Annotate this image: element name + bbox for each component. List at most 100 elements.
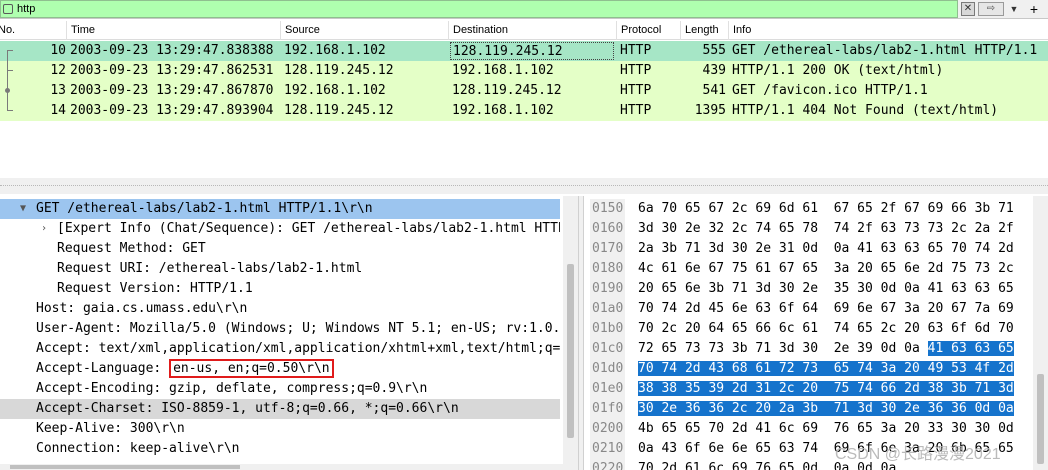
details-vertical-scrollbar[interactable] — [563, 196, 578, 470]
detail-text: Keep-Alive: 300\r\n — [36, 421, 185, 436]
packet-cell-src: 192.168.1.102 — [284, 43, 386, 58]
detail-row[interactable]: User-Agent: Mozilla/5.0 (Windows; U; Win… — [0, 319, 560, 339]
byte-row[interactable]: 0170 2a 3b 71 3d 30 2e 31 0d 0a 41 63 63 … — [584, 239, 1034, 259]
detail-text: Host: gaia.cs.umass.edu\r\n — [36, 301, 248, 316]
byte-highlight: 0d — [966, 401, 991, 416]
byte-highlight: 2a — [771, 401, 795, 416]
byte-row[interactable]: 0150 6a 70 65 67 2c 69 6d 61 67 65 2f 67 … — [584, 199, 1034, 219]
bookmark-icon[interactable] — [3, 4, 13, 14]
packet-list-header: No. Time Source Destination Protocol Len… — [0, 21, 1048, 40]
packet-cell-no: 10 — [50, 43, 66, 58]
detail-text: Request URI: /ethereal-labs/lab2-1.html — [57, 261, 363, 276]
byte-row[interactable]: 0200 4b 65 65 70 2d 41 6c 69 76 65 3a 20 … — [584, 419, 1034, 439]
byte-offset: 0190 — [590, 279, 626, 299]
detail-text: Request Version: HTTP/1.1 — [57, 281, 253, 296]
bytes-vertical-scrollbar[interactable] — [1033, 196, 1048, 470]
detail-row[interactable]: Accept: text/xml,application/xml,applica… — [0, 339, 560, 359]
detail-text: Connection: keep-alive\r\n — [36, 441, 240, 456]
byte-offset: 01b0 — [590, 319, 626, 339]
detail-row[interactable]: Request Version: HTTP/1.1 — [0, 279, 560, 299]
byte-highlight: 30 — [872, 401, 897, 416]
packet-cell-src: 128.119.245.12 — [284, 63, 394, 78]
byte-hex: 30 2e 36 36 2c 20 2a 3b 71 3d 30 2e 36 3… — [638, 399, 1014, 419]
byte-hex: 72 65 73 73 3b 71 3d 30 2e 39 0d 0a 41 6… — [638, 341, 1014, 356]
pane-splitter[interactable] — [0, 178, 1048, 194]
byte-highlight: 61 — [747, 361, 772, 376]
column-header-no[interactable]: No. — [0, 21, 66, 40]
byte-row[interactable]: 01b0 70 2c 20 64 65 66 6c 61 74 65 2c 20 … — [584, 319, 1034, 339]
chevron-down-icon[interactable]: ▼ — [1007, 2, 1021, 16]
column-header-destination[interactable]: Destination — [448, 21, 616, 40]
byte-highlight: 2c — [724, 401, 748, 416]
display-filter-input[interactable]: http — [0, 0, 958, 18]
packet-cell-len: 555 — [702, 43, 726, 58]
byte-highlight: 74 — [849, 381, 873, 396]
byte-row[interactable]: 0190 20 65 6e 3b 71 3d 30 2e 35 30 0d 0a … — [584, 279, 1034, 299]
byte-row[interactable]: 01a0 70 74 2d 45 6e 63 6f 64 69 6e 67 3a … — [584, 299, 1034, 319]
packet-cell-dst: 192.168.1.102 — [452, 103, 554, 118]
column-header-source[interactable]: Source — [280, 21, 448, 40]
add-filter-button[interactable]: + — [1026, 1, 1042, 17]
packet-cell-no: 12 — [50, 63, 66, 78]
byte-highlight: 53 — [943, 361, 967, 376]
packet-cell-proto: HTTP — [620, 103, 652, 118]
detail-row[interactable]: ▼ GET /ethereal-labs/lab2-1.html HTTP/1.1… — [0, 199, 560, 219]
detail-row[interactable]: Connection: keep-alive\r\n — [0, 439, 560, 459]
apply-filter-icon[interactable]: ⇨ — [978, 2, 1004, 16]
column-header-time[interactable]: Time — [66, 21, 280, 40]
byte-highlight: 20 — [794, 381, 819, 396]
packet-cell-proto: HTTP — [620, 83, 652, 98]
byte-highlight: 36 — [677, 401, 701, 416]
column-header-protocol[interactable]: Protocol — [616, 21, 680, 40]
byte-row[interactable]: 0160 3d 30 2e 32 2c 74 65 78 74 2f 63 73 … — [584, 219, 1034, 239]
byte-row[interactable]: 01c0 72 65 73 73 3b 71 3d 30 2e 39 0d 0a … — [584, 339, 1034, 359]
packet-cell-dst: 128.119.245.12 — [452, 83, 562, 98]
byte-row[interactable]: 01d0 70 74 2d 43 68 61 72 73 65 74 3a 20 … — [584, 359, 1034, 379]
display-filter-text: http — [17, 3, 36, 15]
detail-text: Accept-Language: en-us, en;q=0.50\r\n — [36, 359, 334, 379]
detail-row[interactable]: Request Method: GET — [0, 239, 560, 259]
byte-highlight: 36 — [943, 401, 967, 416]
byte-hex: 20 65 6e 3b 71 3d 30 2e 35 30 0d 0a 41 6… — [638, 281, 1014, 296]
byte-highlight: 3d — [990, 381, 1014, 396]
expand-down-icon[interactable]: ▼ — [17, 199, 29, 219]
detail-text: Accept-Charset: ISO-8859-1, utf-8;q=0.66… — [36, 401, 459, 416]
byte-hex: 2a 3b 71 3d 30 2e 31 0d 0a 41 63 63 65 7… — [638, 241, 1014, 256]
packet-row[interactable]: 10 2003-09-23 13:29:47.838388 192.168.1.10… — [0, 41, 1048, 61]
packet-cell-no: 13 — [50, 83, 66, 98]
byte-highlight: 2e — [653, 401, 678, 416]
byte-highlight: 35 — [677, 381, 701, 396]
detail-row[interactable]: Accept-Charset: ISO-8859-1, utf-8;q=0.66… — [0, 399, 560, 419]
packet-cell-info: HTTP/1.1 404 Not Found (text/html) — [732, 103, 999, 118]
column-header-info[interactable]: Info — [728, 21, 1048, 40]
byte-hex: 4b 65 65 70 2d 41 6c 69 76 65 3a 20 33 3… — [638, 421, 1014, 436]
packet-row[interactable]: 13 2003-09-23 13:29:47.867870 192.168.1.10… — [0, 81, 1048, 101]
detail-field-name: Accept-Language: — [36, 361, 170, 376]
byte-highlight: 3a — [872, 361, 897, 376]
packet-cell-src: 192.168.1.102 — [284, 83, 386, 98]
detail-row[interactable]: › [Expert Info (Chat/Sequence): GET /ethe… — [0, 219, 560, 239]
packet-cell-proto: HTTP — [620, 43, 652, 58]
byte-highlight: 49 — [919, 361, 944, 376]
detail-row[interactable]: Accept-Encoding: gzip, deflate, compress… — [0, 379, 560, 399]
detail-row[interactable]: Keep-Alive: 300\r\n — [0, 419, 560, 439]
packet-cell-len: 439 — [702, 63, 726, 78]
packet-row[interactable]: 14 2003-09-23 13:29:47.893904 128.119.245.… — [0, 101, 1048, 121]
byte-hex: 70 74 2d 45 6e 63 6f 64 69 6e 67 3a 20 6… — [638, 301, 1014, 316]
byte-row[interactable]: 0180 4c 61 6e 67 75 61 67 65 3a 20 65 6e … — [584, 259, 1034, 279]
detail-row[interactable]: Request URI: /ethereal-labs/lab2-1.html — [0, 259, 560, 279]
column-header-length[interactable]: Length — [680, 21, 728, 40]
byte-row[interactable]: 01f0 30 2e 36 36 2c 20 2a 3b 71 3d 30 2e … — [584, 399, 1034, 419]
byte-highlight: 2d — [677, 361, 701, 376]
byte-highlight: 2d — [896, 381, 920, 396]
expand-right-icon[interactable]: › — [38, 219, 50, 239]
detail-row[interactable]: Host: gaia.cs.umass.edu\r\n — [0, 299, 560, 319]
byte-row[interactable]: 01e0 38 38 35 39 2d 31 2c 20 75 74 66 2d … — [584, 379, 1034, 399]
byte-offset: 01d0 — [590, 359, 626, 379]
detail-row[interactable]: Accept-Language: en-us, en;q=0.50\r\n — [0, 359, 560, 379]
byte-highlight: 63 — [943, 341, 967, 356]
clear-filter-icon[interactable]: ✕ — [961, 2, 975, 16]
packet-row[interactable]: 12 2003-09-23 13:29:47.862531 128.119.245.… — [0, 61, 1048, 81]
details-horizontal-scrollbar[interactable] — [0, 464, 563, 470]
packet-details-pane: ▼ GET /ethereal-labs/lab2-1.html HTTP/1.1… — [0, 196, 578, 470]
